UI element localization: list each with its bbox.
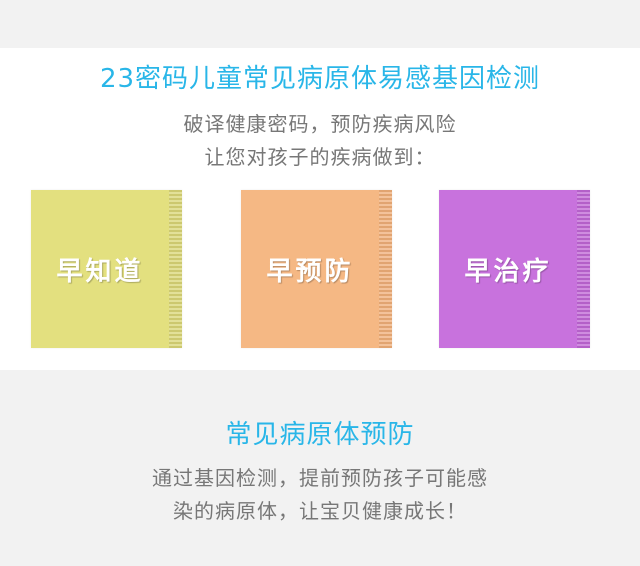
card-early-prevent-fold-edge	[379, 190, 392, 348]
section-desc-line1: 通过基因检测，提前预防孩子可能感	[152, 466, 488, 490]
section-title: 常见病原体预防	[225, 420, 415, 450]
card-early-prevent: 早预防	[241, 190, 392, 348]
card-early-know-label: 早知道	[56, 256, 144, 287]
card-early-know-fold-edge	[169, 190, 182, 348]
page-title: 23密码儿童常见病原体易感基因检测	[99, 64, 541, 94]
card-early-treat-fold-edge	[577, 190, 590, 348]
card-early-know: 早知道	[31, 190, 182, 348]
card-early-treat-label: 早治疗	[464, 256, 552, 287]
top-strip	[0, 0, 640, 48]
intro-subtitle-line2: 让您对孩子的疾病做到：	[204, 145, 436, 169]
section-desc-line2: 染的病原体，让宝贝健康成长！	[173, 499, 467, 523]
intro-subtitle-line1: 破译健康密码，预防疾病风险	[183, 112, 457, 136]
card-early-treat: 早治疗	[439, 190, 590, 348]
card-early-prevent-label: 早预防	[266, 256, 354, 287]
